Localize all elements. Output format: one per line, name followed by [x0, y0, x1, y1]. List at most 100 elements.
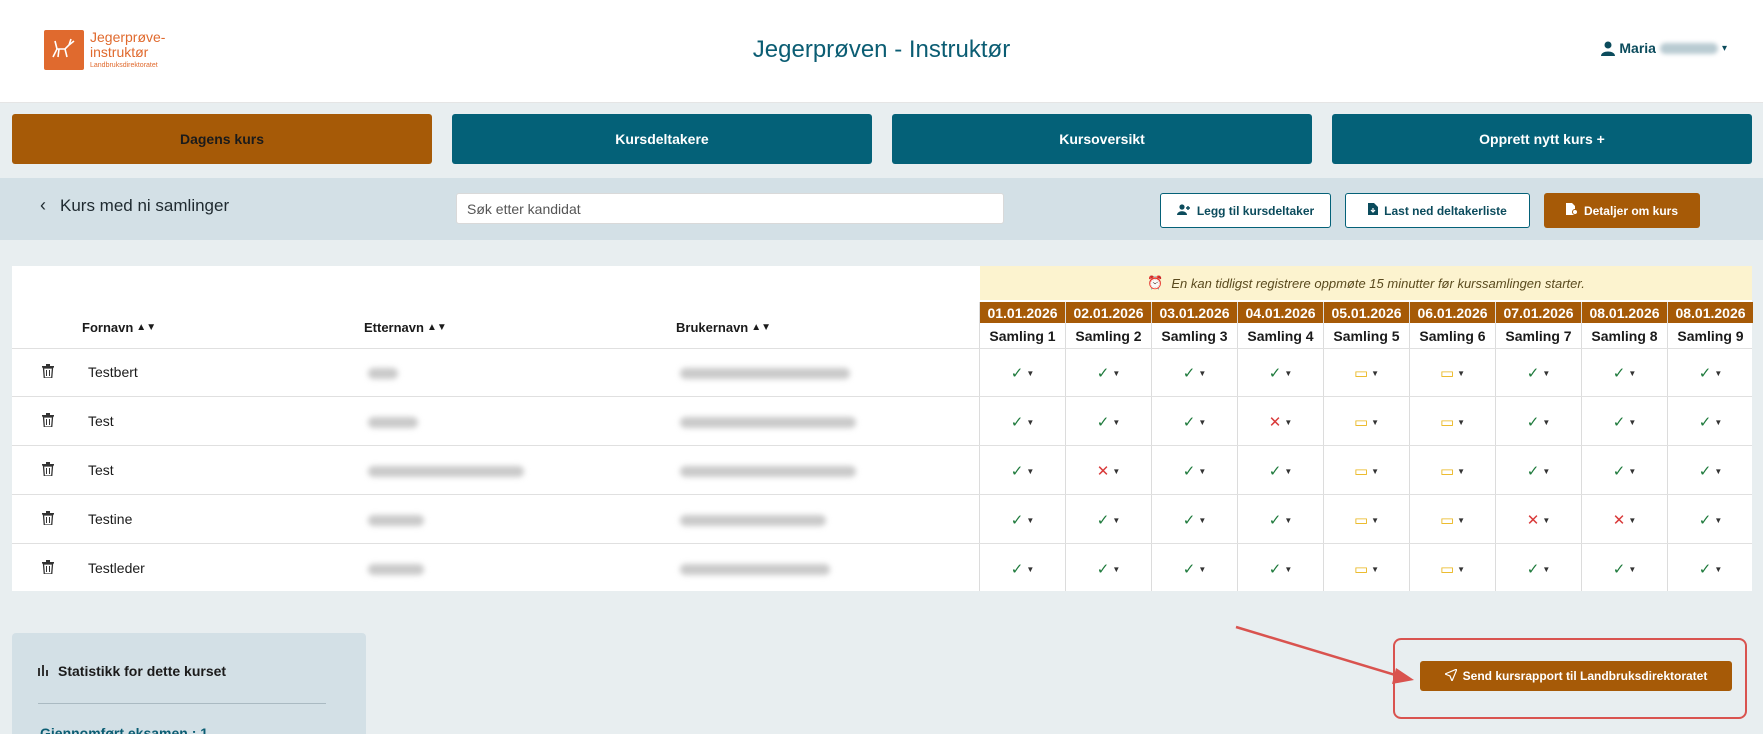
attendance-cell[interactable]: ✓ ▼ — [1066, 496, 1151, 544]
attendance-cell[interactable]: ✓ ▼ — [1238, 496, 1323, 544]
caret-down-icon: ▼ — [1026, 564, 1035, 574]
attendance-cell[interactable]: ✓ ▼ — [1582, 447, 1667, 495]
attendance-cell[interactable]: ✓ ▼ — [980, 349, 1065, 397]
attendance-cell[interactable]: ✓ ▼ — [1668, 545, 1753, 593]
attendance-cell[interactable]: ✓ ▼ — [980, 447, 1065, 495]
user-menu[interactable]: Maria ▾ — [1601, 40, 1727, 56]
attendance-cell[interactable]: ✓ ▼ — [1238, 447, 1323, 495]
caret-down-icon: ▼ — [1198, 515, 1207, 525]
cross-icon: ✕ — [1096, 463, 1110, 480]
caret-down-icon: ▼ — [1284, 417, 1293, 427]
paper-plane-icon — [1443, 667, 1458, 684]
app-title: Jegerprøven - Instruktør — [752, 36, 1011, 63]
stats-title: Statistikk for dette kurset — [58, 663, 227, 679]
attendance-cell[interactable]: ✕ ▼ — [1238, 398, 1323, 446]
attendance-cell[interactable]: ▭ ▼ — [1410, 545, 1495, 593]
attendance-cell[interactable]: ✓ ▼ — [1066, 545, 1151, 593]
check-icon: ✓ — [1182, 512, 1196, 529]
trash-icon[interactable] — [42, 413, 54, 430]
attendance-cell[interactable]: ▭ ▼ — [1410, 447, 1495, 495]
laptop-icon: ▭ — [1439, 463, 1455, 480]
add-participant-button[interactable]: Legg til kursdeltaker — [1160, 193, 1331, 228]
session-date-5: 05.01.2026 — [1324, 302, 1409, 323]
session-name-8: Samling 8 — [1591, 328, 1658, 344]
session-name-3: Samling 3 — [1161, 328, 1228, 344]
attendance-cell[interactable]: ✕ ▼ — [1582, 496, 1667, 544]
session-name-5: Samling 5 — [1333, 328, 1400, 344]
attendance-cell[interactable]: ✓ ▼ — [980, 545, 1065, 593]
download-list-button[interactable]: Last ned deltakerliste — [1345, 193, 1530, 228]
trash-icon[interactable] — [42, 462, 54, 479]
table-row: Testleder ✓ ▼ ✓ ▼ ✓ ▼ ✓ ▼ ▭ ▼ ▭ ▼ ✓ ▼ ✓ ▼ ✓ ▼ — [12, 545, 1752, 593]
session-date-3: 03.01.2026 — [1152, 302, 1237, 323]
attendance-cell[interactable]: ▭ ▼ — [1324, 447, 1409, 495]
caret-down-icon: ▾ — [1721, 42, 1727, 54]
caret-down-icon: ▼ — [1112, 564, 1121, 574]
caret-down-icon: ▼ — [1026, 368, 1035, 378]
check-icon: ✓ — [1096, 561, 1110, 578]
attendance-cell[interactable]: ✓ ▼ — [1152, 349, 1237, 397]
attendance-cell[interactable]: ▭ ▼ — [1324, 496, 1409, 544]
cell-fornavn: Testbert — [88, 364, 138, 380]
session-name-7: Samling 7 — [1505, 328, 1572, 344]
attendance-cell[interactable]: ✓ ▼ — [1668, 496, 1753, 544]
check-icon: ✓ — [1268, 512, 1282, 529]
trash-icon[interactable] — [42, 364, 54, 381]
sort-brukernavn[interactable]: Brukernavn ▲▼ — [676, 320, 771, 335]
course-details-button[interactable]: Detaljer om kurs — [1544, 193, 1700, 228]
nav-opprett-nytt-kurs[interactable]: Opprett nytt kurs + — [1332, 114, 1752, 164]
attendance-cell[interactable]: ▭ ▼ — [1324, 398, 1409, 446]
send-report-button[interactable]: Send kursrapport til Landbruksdirektorat… — [1420, 661, 1732, 691]
caret-down-icon: ▼ — [1198, 368, 1207, 378]
trash-icon[interactable] — [42, 560, 54, 577]
attendance-cell[interactable]: ✓ ▼ — [1668, 447, 1753, 495]
attendance-cell[interactable]: ✓ ▼ — [980, 398, 1065, 446]
trash-icon[interactable] — [42, 511, 54, 528]
cell-brukernavn-blurred — [680, 466, 856, 477]
check-icon: ✓ — [1010, 512, 1024, 529]
attendance-cell[interactable]: ✓ ▼ — [1066, 398, 1151, 446]
attendance-cell[interactable]: ✓ ▼ — [1496, 398, 1581, 446]
attendance-cell[interactable]: ▭ ▼ — [1410, 398, 1495, 446]
session-name-2: Samling 2 — [1075, 328, 1142, 344]
nav-kursdeltakere[interactable]: Kursdeltakere — [452, 114, 872, 164]
sort-fornavn[interactable]: Fornavn ▲▼ — [82, 320, 156, 335]
caret-down-icon: ▼ — [1714, 466, 1723, 476]
attendance-cell[interactable]: ✓ ▼ — [1238, 349, 1323, 397]
nav-dagens-kurs[interactable]: Dagens kurs — [12, 114, 432, 164]
attendance-cell[interactable]: ✓ ▼ — [1668, 349, 1753, 397]
attendance-cell[interactable]: ✓ ▼ — [1582, 349, 1667, 397]
attendance-cell[interactable]: ✕ ▼ — [1066, 447, 1151, 495]
attendance-cell[interactable]: ✓ ▼ — [1152, 398, 1237, 446]
nav-kursoversikt[interactable]: Kursoversikt — [892, 114, 1312, 164]
attendance-cell[interactable]: ✓ ▼ — [1668, 398, 1753, 446]
caret-down-icon: ▼ — [1284, 466, 1293, 476]
attendance-cell[interactable]: ✓ ▼ — [980, 496, 1065, 544]
attendance-cell[interactable]: ✓ ▼ — [1496, 447, 1581, 495]
attendance-cell[interactable]: ✓ ▼ — [1152, 496, 1237, 544]
attendance-cell[interactable]: ✕ ▼ — [1496, 496, 1581, 544]
search-input[interactable] — [456, 193, 1004, 224]
laptop-icon: ▭ — [1439, 365, 1455, 382]
caret-down-icon: ▼ — [1542, 515, 1551, 525]
attendance-cell[interactable]: ▭ ▼ — [1410, 349, 1495, 397]
attendance-cell[interactable]: ✓ ▼ — [1152, 545, 1237, 593]
attendance-cell[interactable]: ▭ ▼ — [1410, 496, 1495, 544]
cell-etternavn-blurred — [368, 368, 398, 379]
attendance-cell[interactable]: ✓ ▼ — [1582, 545, 1667, 593]
attendance-cell[interactable]: ✓ ▼ — [1582, 398, 1667, 446]
attendance-cell[interactable]: ✓ ▼ — [1066, 349, 1151, 397]
attendance-cell[interactable]: ▭ ▼ — [1324, 349, 1409, 397]
laptop-icon: ▭ — [1439, 512, 1455, 529]
stats-exam-completed[interactable]: Gjennomført eksamen : 1 — [40, 725, 208, 734]
cell-brukernavn-blurred — [680, 417, 856, 428]
attendance-cell[interactable]: ▭ ▼ — [1324, 545, 1409, 593]
attendance-cell[interactable]: ✓ ▼ — [1496, 545, 1581, 593]
attendance-cell[interactable]: ✓ ▼ — [1496, 349, 1581, 397]
attendance-cell[interactable]: ✓ ▼ — [1238, 545, 1323, 593]
attendance-cell[interactable]: ✓ ▼ — [1152, 447, 1237, 495]
stats-panel: Statistikk for dette kurset Gjennomført … — [12, 633, 366, 734]
back-button[interactable]: ‹ Kurs med ni samlinger — [40, 195, 229, 216]
cell-fornavn: Test — [88, 413, 114, 429]
sort-etternavn[interactable]: Etternavn ▲▼ — [364, 320, 447, 335]
